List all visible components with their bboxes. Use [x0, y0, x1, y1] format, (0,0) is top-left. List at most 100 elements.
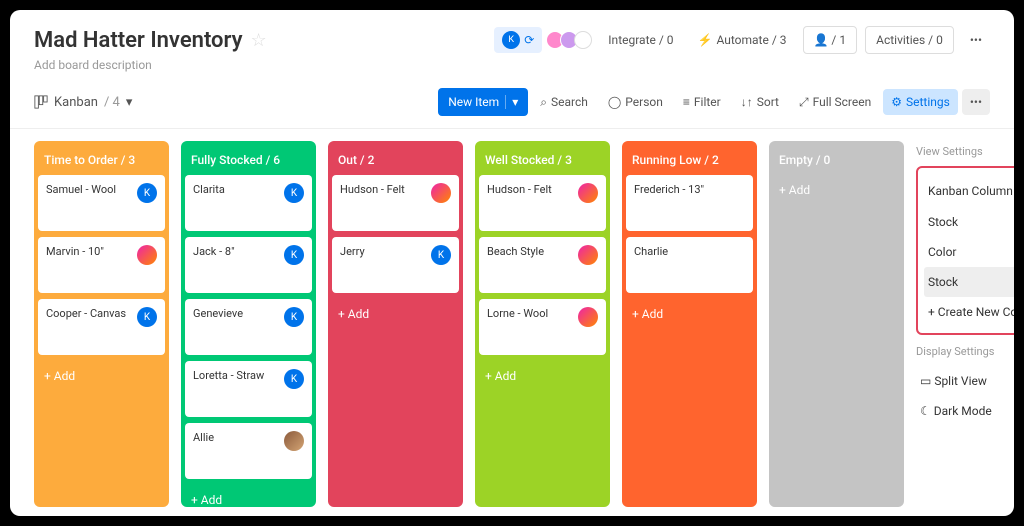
kanban-card[interactable]: Jerry K	[332, 237, 459, 293]
add-card-button[interactable]: + Add	[38, 361, 165, 391]
avatar: K	[284, 183, 304, 203]
kanban-card[interactable]: Hudson - Felt	[332, 175, 459, 231]
kanban-column: Fully Stocked / 6ClaritaKJack - 8"KGenev…	[181, 141, 316, 507]
card-title: Genevieve	[193, 307, 243, 320]
kanban-card[interactable]: Samuel - Wool K	[38, 175, 165, 231]
avatar: K	[284, 307, 304, 327]
search-icon: ⌕	[540, 95, 547, 110]
avatar	[578, 307, 598, 327]
kanban-card[interactable]: Marvin - 10"	[38, 237, 165, 293]
add-card-button[interactable]: + Add	[479, 361, 606, 391]
search-button[interactable]: ⌕Search	[532, 89, 596, 116]
card-title: Lorne - Wool	[487, 307, 548, 320]
settings-panel: View Settings Kanban Columnⓘ Stock× ▴ Co…	[916, 141, 1014, 507]
more-icon[interactable]: •••	[962, 29, 990, 51]
card-title: Loretta - Straw	[193, 369, 264, 382]
view-selector[interactable]: Kanban / 4 ▾	[34, 95, 132, 110]
avatar: K	[284, 369, 304, 389]
split-icon: ▭	[920, 374, 931, 388]
kanban-card[interactable]: Charlie	[626, 237, 753, 293]
create-column-button[interactable]: + Create New Column	[924, 297, 1014, 327]
kanban-column: Running Low / 2 Frederich - 13" Charlie + A…	[622, 141, 757, 507]
add-card-button[interactable]: + Add	[185, 485, 312, 515]
gear-icon: ⚙	[891, 95, 902, 109]
view-badge[interactable]: K ⟳	[494, 27, 542, 53]
avatar	[137, 245, 157, 265]
more-button[interactable]: •••	[962, 89, 990, 115]
card-title: Jerry	[340, 245, 365, 258]
kanban-card[interactable]: Genevieve K	[185, 299, 312, 355]
card-title: Marvin - 10"	[46, 245, 104, 258]
board-title: Mad Hatter Inventory	[34, 28, 243, 53]
split-view-button[interactable]: ▭ Split View	[916, 366, 1014, 396]
avatar: K	[431, 245, 451, 265]
column-header[interactable]: Out / 2	[332, 145, 459, 175]
card-title: Clarita	[193, 183, 225, 196]
avatar	[431, 183, 451, 203]
avatar: K	[284, 245, 304, 265]
card-title: Jack - 8"	[193, 245, 235, 258]
card-title: Allie	[193, 431, 214, 444]
card-title: Hudson - Felt	[487, 183, 552, 196]
dark-mode-button[interactable]: ☾ Dark Mode	[916, 396, 1014, 426]
star-icon[interactable]: ☆	[251, 30, 267, 51]
filter-icon: ≡	[683, 95, 690, 109]
settings-button[interactable]: ⚙Settings	[883, 89, 958, 115]
members-button[interactable]: 👤 / 1	[803, 26, 858, 54]
chevron-down-icon: ▾	[126, 95, 133, 110]
person-button[interactable]: ◯Person	[600, 89, 671, 115]
kanban-card[interactable]: Cooper - Canvas K	[38, 299, 165, 355]
add-card-button[interactable]: + Add	[773, 175, 900, 205]
filter-button[interactable]: ≡Filter	[675, 89, 729, 115]
kanban-column: Empty / 0+ Add	[769, 141, 904, 507]
avatar	[578, 183, 598, 203]
column-option-color[interactable]: Color≡	[924, 237, 1014, 267]
card-title: Beach Style	[487, 245, 544, 258]
column-header[interactable]: Time to Order / 3	[38, 145, 165, 175]
kanban-column-label: Kanban Columnⓘ	[924, 174, 1014, 207]
column-header[interactable]: Well Stocked / 3	[479, 145, 606, 175]
kanban-column: Out / 2 Hudson - Felt Jerry K + Add	[328, 141, 463, 507]
display-settings-label: Display Settings	[916, 345, 1014, 358]
kanban-card[interactable]: Frederich - 13"	[626, 175, 753, 231]
automate-button[interactable]: ⚡ Automate / 3	[690, 29, 795, 51]
kanban-card[interactable]: Allie	[185, 423, 312, 479]
kanban-column: Well Stocked / 3 Hudson - Felt Beach Style…	[475, 141, 610, 507]
column-header[interactable]: Empty / 0	[773, 145, 900, 175]
kanban-icon	[34, 95, 48, 109]
card-title: Cooper - Canvas	[46, 307, 126, 320]
column-option-stock[interactable]: Stock≡	[924, 267, 1014, 297]
kanban-card[interactable]: Loretta - Straw K	[185, 361, 312, 417]
new-item-button[interactable]: New Item▾	[438, 88, 528, 116]
card-title: Samuel - Wool	[46, 183, 116, 196]
chevron-down-icon[interactable]: ▾	[505, 95, 518, 109]
column-select[interactable]: Stock× ▴	[924, 207, 1014, 237]
avatar: K	[137, 183, 157, 203]
sort-button[interactable]: ↓↑Sort	[733, 89, 787, 115]
view-settings-label: View Settings	[916, 145, 1014, 158]
column-header[interactable]: Fully Stocked / 6	[185, 145, 312, 175]
avatar: K	[137, 307, 157, 327]
fullscreen-button[interactable]: ⤢Full Screen	[791, 89, 879, 116]
board-description[interactable]: Add board description	[34, 58, 990, 72]
kanban-card[interactable]: Lorne - Wool	[479, 299, 606, 355]
add-card-button[interactable]: + Add	[332, 299, 459, 329]
avatar	[284, 431, 304, 451]
add-card-button[interactable]: + Add	[626, 299, 753, 329]
integrate-button[interactable]: Integrate / 0	[600, 29, 681, 51]
kanban-card[interactable]: Hudson - Felt	[479, 175, 606, 231]
kanban-card[interactable]: Beach Style	[479, 237, 606, 293]
sort-icon: ↓↑	[741, 95, 753, 109]
kanban-column: Time to Order / 3 Samuel - Wool K Marvin - …	[34, 141, 169, 507]
card-title: Frederich - 13"	[634, 183, 704, 196]
card-title: Charlie	[634, 245, 668, 258]
moon-icon: ☾	[920, 404, 931, 418]
fullscreen-icon: ⤢	[799, 95, 809, 110]
activities-button[interactable]: Activities / 0	[865, 26, 954, 54]
card-title: Hudson - Felt	[340, 183, 405, 196]
kanban-card[interactable]: Jack - 8" K	[185, 237, 312, 293]
kanban-card[interactable]: Clarita K	[185, 175, 312, 231]
column-header[interactable]: Running Low / 2	[626, 145, 753, 175]
avatar	[578, 245, 598, 265]
integrate-avatars	[550, 31, 592, 49]
